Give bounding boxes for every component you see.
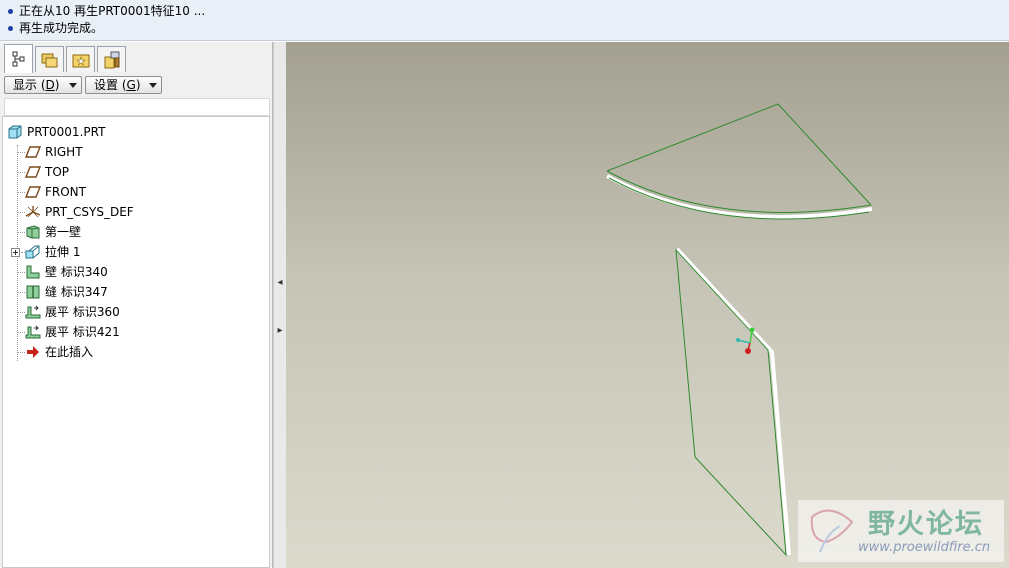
tree-connector: [17, 312, 25, 313]
tree-item-label: 拉伸 1: [45, 245, 81, 259]
watermark-title: 野火论坛: [868, 509, 984, 540]
tree-item-label: FRONT: [45, 185, 86, 199]
model-tree: PRT0001.PRT RIGHT TOP FRONT PRT_CSYS_DEF…: [2, 116, 270, 568]
collapse-left-icon[interactable]: ◂: [276, 278, 284, 288]
watermark-logo-icon: [810, 509, 854, 553]
unbend-icon: [25, 325, 41, 339]
message-line: 正在从10 再生PRT0001特征10 ...: [8, 3, 205, 19]
message-area: 正在从10 再生PRT0001特征10 ... 再生成功完成。: [0, 0, 1009, 41]
tree-connector: [17, 192, 25, 193]
message-text: 再生成功完成。: [19, 21, 104, 35]
tree-root-label: PRT0001.PRT: [27, 125, 106, 139]
show-dropdown[interactable]: 显示 (D): [4, 76, 82, 94]
tree-filter-bar[interactable]: [4, 98, 270, 116]
graphics-window[interactable]: [286, 42, 1009, 568]
tree-item-label: 在此插入: [45, 345, 94, 359]
message-bullet-icon: [8, 26, 13, 31]
tree-item-label: 壁 标识340: [45, 265, 108, 279]
tree-icon: [12, 51, 24, 67]
model-tree-tab[interactable]: [4, 44, 33, 73]
panel-splitter[interactable]: ◂ ▸: [273, 42, 287, 568]
datum-plane-icon: [25, 146, 41, 158]
first-wall-icon: [26, 225, 40, 239]
chevron-down-icon: [69, 83, 77, 88]
rip-icon: [26, 285, 40, 299]
tree-connector: [17, 292, 25, 293]
folders-icon: [41, 53, 57, 67]
tree-connector: [17, 212, 25, 213]
tree-connector: [17, 172, 25, 173]
navigator-toolbar: 显示 (D) 设置 (G): [0, 74, 272, 96]
tree-item-label: 第一壁: [45, 225, 82, 239]
tree-connector: [17, 152, 25, 153]
tree-connector: [17, 232, 25, 233]
favorites-folder-icon: [72, 54, 89, 67]
message-bullet-icon: [8, 9, 13, 14]
expand-right-icon[interactable]: ▸: [276, 326, 284, 336]
navigator-panel: 显示 (D) 设置 (G) PRT0001.PRT RIGHT TOP FRON…: [0, 42, 273, 568]
show-dropdown-tail: ): [54, 78, 60, 92]
datum-plane-icon: [25, 166, 41, 178]
chevron-down-icon: [149, 83, 157, 88]
settings-dropdown[interactable]: 设置 (G): [85, 76, 162, 94]
tree-item-label: PRT_CSYS_DEF: [45, 205, 134, 219]
tree-item-label: 展平 标识360: [45, 305, 120, 319]
tree-connector: [17, 272, 25, 273]
tree-item-label: TOP: [45, 165, 70, 179]
connections-icon: [104, 51, 119, 68]
favorites-tab[interactable]: [66, 46, 95, 72]
show-dropdown-key: D: [45, 78, 55, 92]
tree-item-label: 展平 标识421: [45, 325, 120, 339]
message-line: 再生成功完成。: [8, 20, 103, 36]
tree-connector: [17, 332, 25, 333]
tree-item-label: RIGHT: [45, 145, 83, 159]
folder-browser-tab[interactable]: [35, 46, 64, 72]
csys-icon: [25, 206, 41, 218]
extrude-icon: [25, 245, 40, 259]
insert-here-arrow-icon: [27, 346, 39, 358]
message-text: 正在从10 再生PRT0001特征10 ...: [19, 4, 206, 18]
settings-dropdown-tail: ): [135, 78, 141, 92]
connections-tab[interactable]: [97, 46, 126, 72]
show-dropdown-label: 显示 (: [13, 78, 46, 92]
tree-connector: [17, 352, 25, 353]
settings-dropdown-key: G: [126, 78, 136, 92]
navigator-tabs: [0, 42, 272, 73]
wall-icon: [26, 265, 40, 279]
settings-dropdown-label: 设置 (: [94, 78, 127, 92]
part-icon: [8, 125, 22, 139]
watermark-url: www.proewildfire.cn: [858, 540, 991, 555]
unbend-icon: [25, 305, 41, 319]
tree-item-label: 缝 标识347: [45, 285, 108, 299]
datum-plane-icon: [25, 186, 41, 198]
expand-toggle-icon[interactable]: [11, 248, 20, 257]
